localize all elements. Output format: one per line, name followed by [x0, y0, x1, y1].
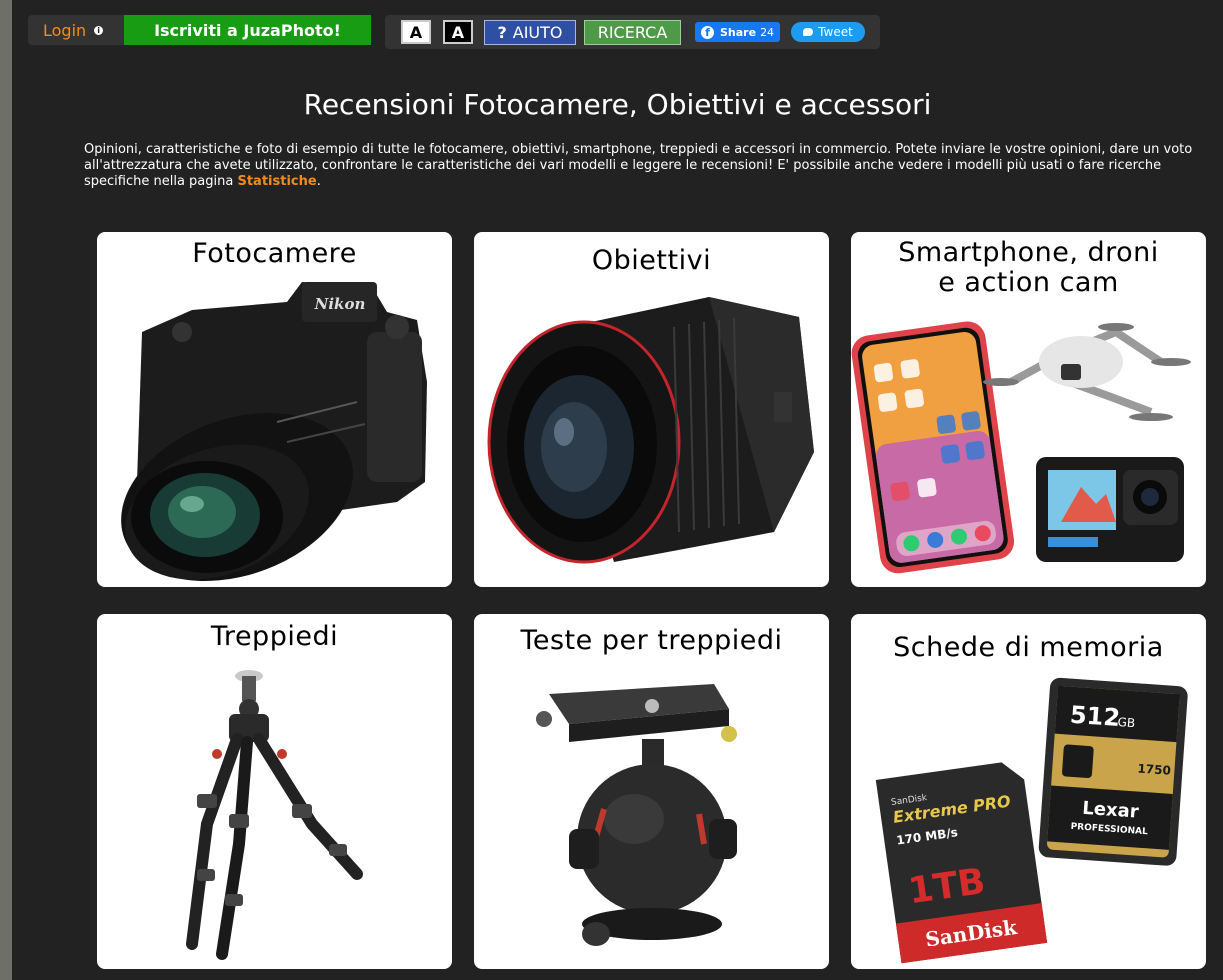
memory-cards-image: 512 GB 1750 Lexar PROFESSIONAL SanDisk E…: [875, 677, 1188, 964]
help-label: AIUTO: [512, 23, 563, 42]
login-label: Login: [43, 20, 87, 40]
intro-end: .: [316, 174, 321, 189]
cf-speed-label: 1750: [1137, 761, 1171, 777]
category-card-smartphone-droni-action-cam[interactable]: Smartphone, droni e action cam: [851, 232, 1206, 587]
category-card-schede-di-memoria[interactable]: Schede di memoria 512 GB 1750 Lexar PROF…: [851, 614, 1206, 969]
font-small-label: A: [409, 22, 423, 42]
login-button[interactable]: Login i: [28, 15, 126, 45]
tripod-head-image: [536, 684, 737, 946]
smartphone-drone-actioncam-image: [851, 321, 1191, 574]
signup-button[interactable]: Iscriviti a JuzaPhoto!: [124, 15, 371, 45]
tweet-button[interactable]: Tweet: [791, 22, 865, 42]
cf-unit-label: GB: [1117, 715, 1135, 730]
search-label: RICERCA: [597, 23, 668, 42]
search-button[interactable]: RICERCA: [584, 20, 681, 45]
font-large-label: A: [451, 22, 465, 42]
page-title: Recensioni Fotocamere, Obiettivi e acces…: [303, 88, 932, 121]
info-icon: i: [94, 25, 104, 35]
question-icon: ?: [497, 23, 507, 42]
statistiche-link[interactable]: Statistiche: [237, 174, 316, 189]
category-card-obiettivi[interactable]: Obiettivi: [474, 232, 829, 587]
category-card-fotocamere[interactable]: Fotocamere Nikon: [97, 232, 452, 587]
intro-paragraph: Opinioni, caratteristiche e foto di esem…: [84, 142, 1199, 190]
facebook-share-button[interactable]: f Share 24: [695, 22, 780, 42]
lens-image: [487, 297, 814, 564]
cf-capacity-label: 512: [1069, 701, 1121, 732]
signup-label: Iscriviti a JuzaPhoto!: [154, 20, 341, 40]
font-size-small-button[interactable]: A: [401, 20, 431, 44]
camera-image: Nikon: [121, 282, 427, 582]
font-size-large-button[interactable]: A: [443, 20, 473, 44]
twitter-bird-icon: [803, 28, 814, 36]
facebook-icon: f: [701, 25, 714, 39]
toolbar: A A ? AIUTO RICERCA f Share 24 Tweet: [385, 15, 880, 49]
help-button[interactable]: ? AIUTO: [484, 20, 576, 45]
share-count: 24: [760, 25, 775, 39]
tripod-image: [186, 670, 363, 960]
camera-brand-label: Nikon: [314, 295, 366, 313]
page-container: Login i Iscriviti a JuzaPhoto! A A ? AIU…: [12, 0, 1223, 980]
tweet-label: Tweet: [818, 25, 853, 39]
share-label: Share: [720, 25, 757, 39]
category-card-treppiedi[interactable]: Treppiedi: [97, 614, 452, 969]
category-card-teste-per-treppiedi[interactable]: Teste per treppiedi: [474, 614, 829, 969]
cf-brand-label: Lexar: [1082, 798, 1140, 823]
